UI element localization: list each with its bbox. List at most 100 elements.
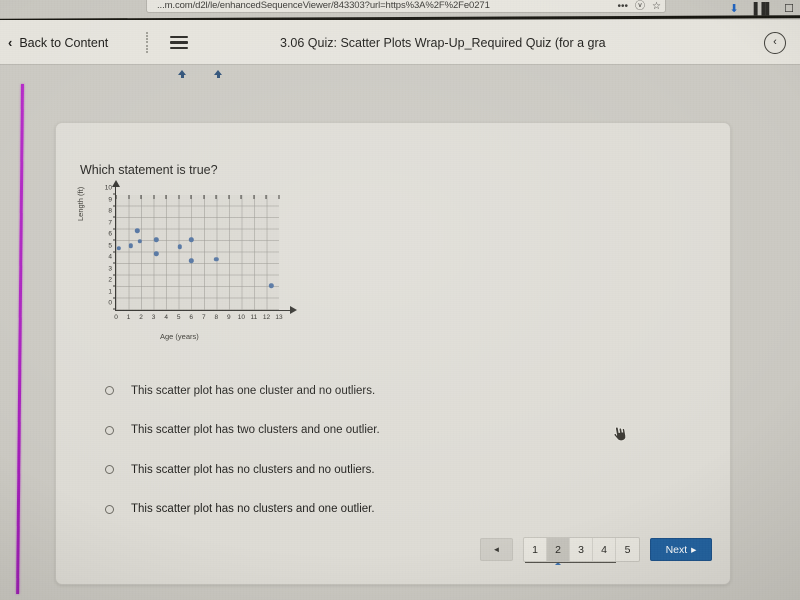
y-axis-tick-mark [112,251,116,252]
app-header: ‹ Back to Content 3.06 Quiz: Scatter Plo… [0,20,800,65]
account-icon[interactable]: ☐ [784,4,794,15]
x-axis-tick-mark [265,195,267,199]
y-axis-tick-label: 0 [108,299,112,307]
x-axis-tick-label: 3 [151,314,156,321]
x-axis-tick-label: 9 [227,314,231,321]
page-number-2[interactable]: 2 [547,538,570,561]
triangle-left-icon: ◄ [492,545,501,554]
pocket-icon[interactable]: ⓥ [635,1,645,12]
x-axis-label: Age (years) [160,332,199,341]
dotted-divider [146,31,149,54]
scatter-plot: Length (ft) Age (years) 0 1 2 3 4 5 6 7 8 9 10 0 1 2 3… [76,180,311,350]
previous-page-button[interactable]: ◄ [480,538,513,561]
y-axis-tick-mark [112,285,116,287]
scroll-pin-markers [0,70,800,86]
more-icon[interactable]: ••• [618,1,629,12]
x-axis-tick-mark [253,195,255,199]
x-axis-tick-mark [128,195,130,199]
x-axis-tick-mark [240,195,242,199]
y-axis-tick-label: 6 [108,230,112,238]
y-axis-tick-label: 2 [108,276,112,284]
y-axis-tick-label: 9 [108,196,112,203]
collapse-panel-button[interactable]: ‹ [764,31,786,54]
answer-option-label: This scatter plot has one cluster and no… [131,384,376,397]
plot-gridlines [116,195,279,310]
x-axis-tick-label: 10 [237,314,245,321]
answer-option-2[interactable]: This scatter plot has two clusters and o… [80,411,700,451]
radio-button[interactable] [105,504,114,514]
library-icon[interactable]: ▐▐▌ [750,4,773,15]
bookmark-star-icon[interactable]: ☆ [652,1,661,12]
y-axis-tick-label: 4 [108,253,112,261]
y-axis-tick-mark [112,262,116,264]
y-axis-tick-label: 10 [104,184,112,192]
y-axis-tick-label: 7 [108,219,112,226]
quiz-content-card: Which statement is true? Length (ft) Age… [55,122,731,585]
radio-button[interactable] [105,425,114,435]
back-to-content-button[interactable]: ‹ Back to Content [8,36,108,50]
y-axis-tick-mark [112,239,116,241]
answer-option-label: This scatter plot has no clusters and no… [131,463,375,476]
y-axis-tick-label: 3 [108,265,112,272]
page-number-4[interactable]: 4 [593,538,616,561]
page-number-5[interactable]: 5 [616,538,639,561]
x-axis-tick-mark [140,195,142,199]
pin-marker[interactable] [178,70,187,79]
y-axis-tick-mark [112,216,116,218]
answer-option-1[interactable]: This scatter plot has one cluster and no… [80,371,700,411]
x-axis-tick-label: 12 [262,314,271,321]
x-axis-line [115,309,291,311]
chevron-left-circle-icon: ‹ [773,36,777,48]
radio-button[interactable] [105,386,114,396]
url-bar-icons: ••• ⓥ ☆ [618,1,661,12]
x-axis-tick-mark [215,195,217,199]
header-underline [0,64,800,65]
x-axis-arrow-icon [290,306,297,315]
page-number-list: 12345 [523,537,640,564]
question-prompt: Which statement is true? [80,163,218,177]
y-axis-tick-mark [112,228,116,229]
x-axis-tick-label: 4 [164,314,168,321]
x-axis-tick-mark [178,195,180,199]
plot-area: 0 1 2 3 4 5 6 7 8 9 10 0 1 2 3 4 5 6 7 8 9 10 11 12 13 [105,180,297,321]
next-button[interactable]: Next ▸ [650,538,712,561]
page-number-1[interactable]: 1 [524,538,547,561]
url-bar[interactable]: ...m.com/d2l/le/enhancedSequenceViewer/8… [146,0,666,13]
answer-option-label: This scatter plot has two clusters and o… [131,424,380,437]
pin-marker[interactable] [214,70,223,79]
answer-option-label: This scatter plot has no clusters and on… [131,503,375,516]
x-axis-tick-mark [228,195,230,199]
chevron-left-icon: ‹ [8,34,13,50]
x-axis-tick-mark [278,195,280,199]
x-axis-tick-mark [153,195,155,199]
url-text: ...m.com/d2l/le/enhancedSequenceViewer/8… [157,1,490,11]
y-axis-tick-label: 5 [108,242,112,249]
y-axis-arrow-icon [111,180,120,187]
y-axis-label: Length (ft) [76,186,85,221]
pagination: ◄ 12345 Next ▸ [480,537,712,564]
y-axis-tick-mark [112,274,116,275]
answer-option-4[interactable]: This scatter plot has no clusters and on… [80,490,700,530]
triangle-right-icon: ▸ [691,543,697,556]
download-icon[interactable]: ⬇ [730,4,739,15]
x-axis-tick-label: 5 [176,314,181,321]
answer-option-3[interactable]: This scatter plot has no clusters and no… [80,450,700,490]
y-axis-tick-mark [112,297,116,298]
screenshot-photo: ...m.com/d2l/le/enhancedSequenceViewer/8… [0,0,800,600]
page-title: 3.06 Quiz: Scatter Plots Wrap-Up_Require… [280,35,606,50]
page-number-3[interactable]: 3 [570,538,593,561]
y-axis-tick-mark [112,308,116,310]
x-axis-tick-label: 1 [126,314,131,321]
radio-button[interactable] [105,465,114,475]
hamburger-menu-icon[interactable] [170,35,189,50]
x-axis-tick-mark [115,195,117,199]
x-axis-tick-mark [165,195,167,199]
answer-options: This scatter plot has one cluster and no… [80,371,700,529]
x-axis-tick-label: 8 [214,314,219,321]
x-axis-tick-label: 7 [201,314,206,321]
x-axis-tick-label: 2 [139,314,143,321]
x-axis-tick-label: 13 [275,314,283,321]
x-axis-tick-mark [203,195,205,199]
next-button-label: Next [665,543,688,556]
y-axis-tick-label: 8 [108,207,112,215]
